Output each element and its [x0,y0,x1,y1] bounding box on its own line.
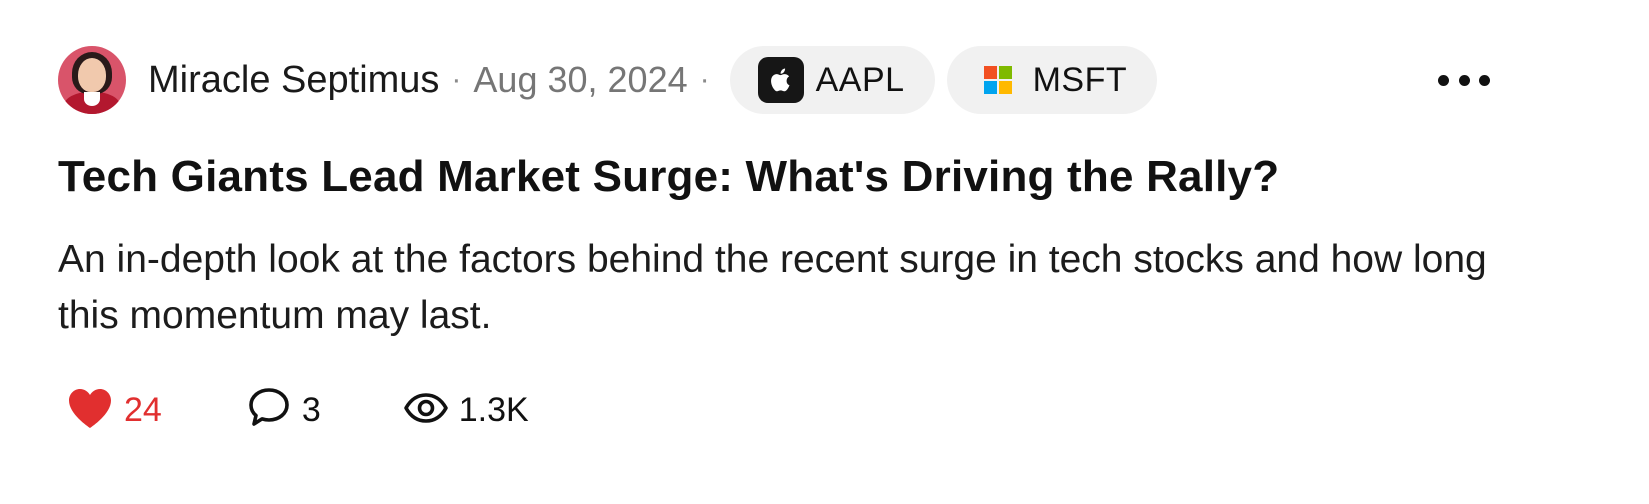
ticker-chip-aapl[interactable]: AAPL [729,46,935,114]
separator-dot: · [451,63,462,96]
comment-count: 3 [301,390,321,429]
ticker-symbol: AAPL [815,60,905,99]
author-avatar[interactable] [58,46,126,114]
more-options-icon[interactable] [1438,62,1490,98]
views-indicator: 1.3K [403,391,529,430]
comment-bubble-icon [246,386,292,435]
post-card[interactable]: Miracle Septimus · Aug 30, 2024 · AAPL M [0,0,1649,504]
author-name[interactable]: Miracle Septimus [148,59,439,102]
post-title[interactable]: Tech Giants Lead Market Surge: What's Dr… [58,152,1279,202]
like-count: 24 [124,390,162,429]
post-date: Aug 30, 2024 [473,59,688,100]
heart-icon [66,387,114,434]
comment-button[interactable]: 3 [246,386,321,435]
post-summary: An in-depth look at the factors behind t… [58,238,1487,337]
ticker-chip-msft[interactable]: MSFT [946,46,1158,114]
ticker-symbol: MSFT [1032,60,1128,99]
microsoft-icon [975,57,1021,103]
eye-icon [403,391,449,430]
apple-icon [757,57,804,103]
like-button[interactable]: 24 [66,387,162,434]
post-stats: 24 3 1.3K [66,385,529,435]
view-count: 1.3K [458,390,529,429]
post-header: Miracle Septimus · Aug 30, 2024 · AAPL M [58,45,1158,115]
separator-dot: · [699,63,710,96]
